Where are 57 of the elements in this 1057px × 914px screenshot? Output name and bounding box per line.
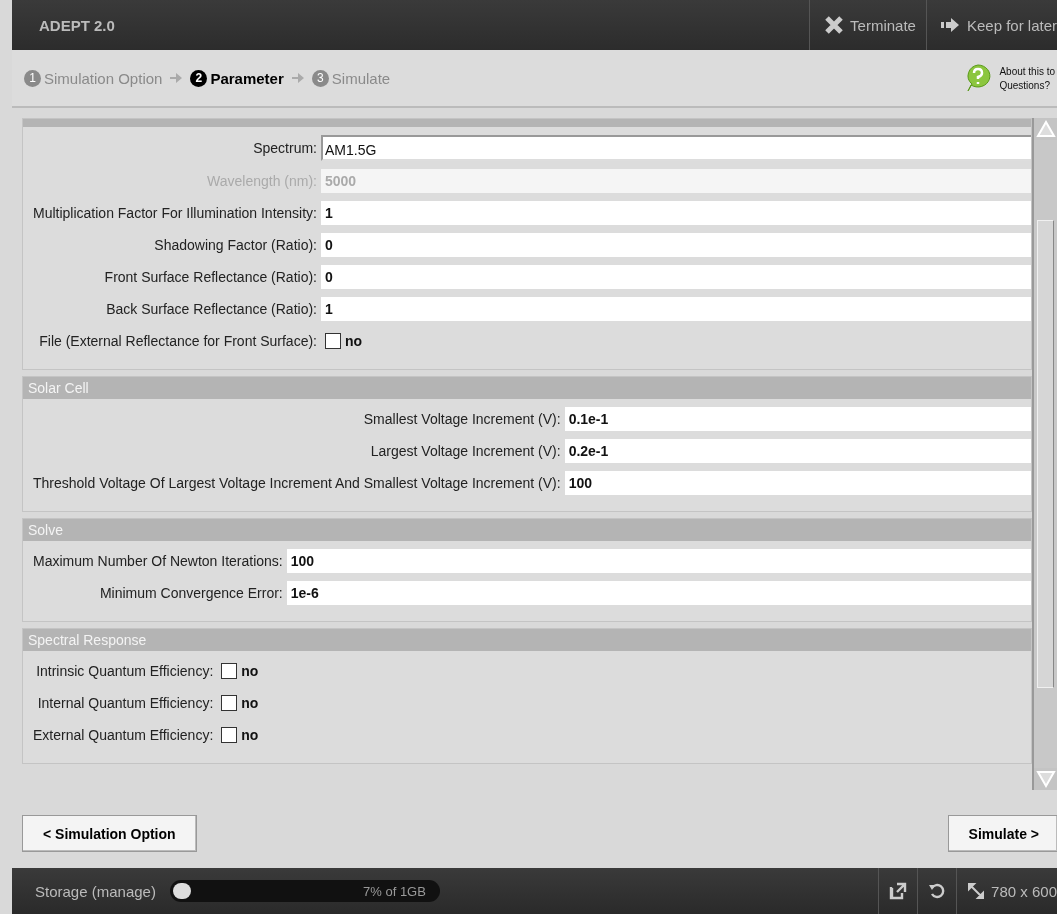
app-title: ADEPT 2.0 bbox=[38, 16, 116, 34]
step-number: 3 bbox=[311, 69, 329, 87]
arrow-icon bbox=[940, 18, 961, 32]
checkbox[interactable] bbox=[221, 663, 238, 679]
step-number: 1 bbox=[24, 69, 41, 87]
help-link[interactable]: Questions? bbox=[999, 79, 1055, 91]
section-header: Solar Cell bbox=[23, 377, 1031, 399]
storage-reading: 7% of 1GB bbox=[363, 883, 427, 899]
input-field[interactable]: 1 bbox=[321, 297, 1031, 321]
window-size: 780 x 600 bbox=[991, 882, 1057, 900]
step-label: Simulation Option bbox=[44, 69, 163, 87]
arrow-icon bbox=[291, 73, 304, 83]
input-field[interactable]: 100 bbox=[564, 471, 1031, 495]
field-label: Threshold Voltage Of Largest Voltage Increment And Smallest Voltage Increment (V): bbox=[33, 475, 561, 491]
checkbox-label: no bbox=[345, 333, 363, 349]
field-label: Back Surface Reflectance (Ratio): bbox=[105, 301, 317, 317]
field-label: Front Surface Reflectance (Ratio): bbox=[103, 269, 317, 285]
field-label: Smallest Voltage Increment (V): bbox=[362, 411, 561, 427]
input-field[interactable]: 0.2e-1 bbox=[564, 439, 1031, 463]
checkbox-label: no bbox=[241, 727, 259, 743]
field-label: External Quantum Efficiency: bbox=[33, 727, 214, 743]
checkbox[interactable] bbox=[221, 695, 238, 711]
simulate-button[interactable]: Simulate > bbox=[947, 815, 1057, 852]
checkbox-label: no bbox=[241, 695, 259, 711]
help-link[interactable]: About this to bbox=[999, 65, 1055, 77]
step-label: Parameter bbox=[210, 69, 284, 87]
step-tab[interactable]: 2 Parameter bbox=[190, 69, 284, 87]
checkbox[interactable] bbox=[325, 333, 341, 349]
select-field[interactable]: AM1.5G bbox=[321, 135, 1031, 161]
checkbox[interactable] bbox=[221, 727, 238, 743]
input-field[interactable]: 100 bbox=[286, 549, 1031, 573]
step-label: Simulate bbox=[331, 69, 391, 87]
field-label: File (External Reflectance for Front Surface): bbox=[38, 333, 317, 349]
input-field[interactable]: 0.1e-1 bbox=[564, 407, 1031, 431]
checkbox-label: no bbox=[241, 663, 259, 679]
field-label: Spectrum: bbox=[252, 140, 317, 156]
section-header: Solve bbox=[23, 519, 1031, 541]
scroll-thumb[interactable] bbox=[1037, 220, 1054, 688]
field-label: Multiplication Factor For Illumination Intensity: bbox=[33, 205, 317, 221]
back-button[interactable]: < Simulation Option bbox=[22, 815, 197, 852]
close-icon bbox=[824, 15, 845, 35]
input-field[interactable]: 1 bbox=[321, 201, 1031, 225]
field-label: Minimum Convergence Error: bbox=[98, 585, 283, 601]
storage-link[interactable]: Storage (manage) bbox=[12, 882, 156, 900]
section-header: Spectral Response bbox=[23, 629, 1031, 651]
input-field[interactable]: 1e-6 bbox=[286, 581, 1031, 605]
input-field[interactable]: 0 bbox=[321, 265, 1031, 289]
input-field[interactable]: 0 bbox=[321, 233, 1031, 257]
field-label: Internal Quantum Efficiency: bbox=[36, 695, 214, 711]
step-number: 2 bbox=[190, 69, 208, 87]
arrow-icon bbox=[170, 73, 183, 83]
field-label: Largest Voltage Increment (V): bbox=[369, 443, 561, 459]
resize-icon[interactable] bbox=[967, 882, 986, 900]
field-label: Intrinsic Quantum Efficiency: bbox=[35, 663, 214, 679]
scrollbar[interactable] bbox=[1032, 118, 1057, 790]
field-label: Maximum Number Of Newton Iterations: bbox=[33, 553, 283, 569]
field-label: Shadowing Factor (Ratio): bbox=[153, 237, 317, 253]
